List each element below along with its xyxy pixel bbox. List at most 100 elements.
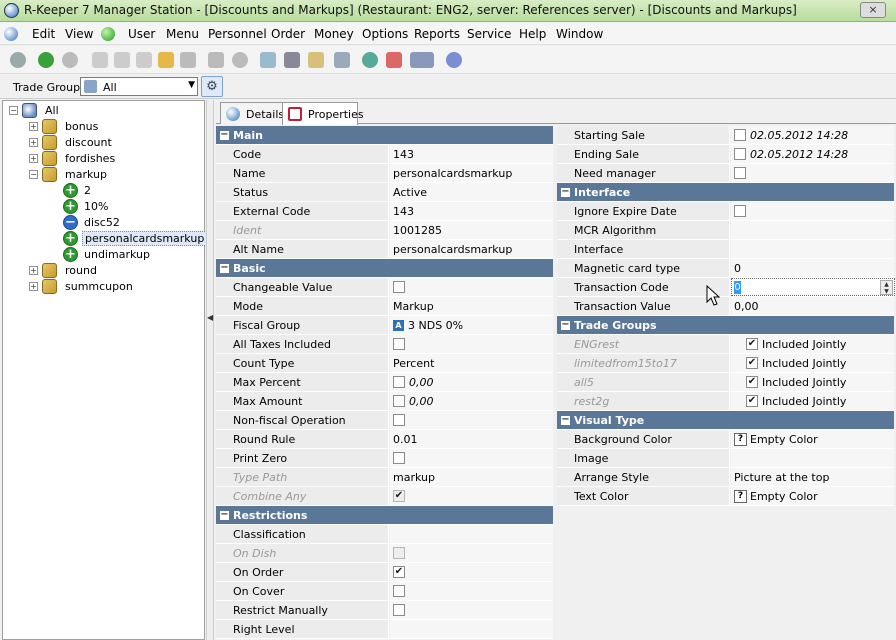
user-status-icon[interactable] [101, 27, 115, 41]
flag-icon[interactable] [386, 52, 402, 68]
property-value[interactable] [390, 449, 553, 467]
tab-details[interactable]: Details [220, 102, 284, 124]
find-icon[interactable] [334, 52, 350, 68]
tree-node-root[interactable]: − All [9, 103, 99, 119]
property-row[interactable]: Need manager [557, 164, 894, 183]
property-value[interactable] [390, 487, 553, 505]
property-row[interactable]: All Taxes Included [216, 335, 553, 354]
property-value[interactable]: A 3 NDS 0% [390, 316, 553, 334]
menu-edit[interactable]: Edit [32, 27, 55, 41]
property-row[interactable]: Fiscal Group A 3 NDS 0% [216, 316, 553, 335]
property-value[interactable]: Active [390, 183, 553, 201]
property-row[interactable]: Transaction Value 0,00 [557, 297, 894, 316]
property-row[interactable]: Max Amount 0,00 [216, 392, 553, 411]
link-icon[interactable] [136, 52, 152, 68]
section-basic[interactable]: − Basic [216, 259, 553, 278]
property-value[interactable]: personalcardsmarkup [390, 240, 553, 258]
menu-reports[interactable]: Reports [414, 27, 460, 41]
property-value[interactable]: ? Empty Color [731, 430, 894, 448]
property-row[interactable]: Ending Sale 02.05.2012 14:28 [557, 145, 894, 164]
collapse-arrow-icon[interactable]: ◀ [207, 313, 213, 322]
tree-node-folder[interactable]: − markup [29, 167, 149, 183]
collapse-icon[interactable]: − [29, 170, 38, 179]
transaction-code-editor[interactable]: 0 ▲ ▼ [731, 278, 895, 296]
property-row[interactable]: all5 Included Jointly [557, 373, 894, 392]
property-value[interactable]: 0.01 [390, 430, 553, 448]
tree-node-item[interactable]: + 2 [63, 183, 183, 199]
cut-icon[interactable] [284, 52, 300, 68]
tree-node-folder[interactable]: + summcupon [29, 279, 149, 295]
property-value[interactable] [731, 240, 894, 258]
collapse-icon[interactable]: − [9, 106, 18, 115]
ending-sale-checkbox[interactable] [734, 148, 746, 160]
trade-group-checkbox[interactable] [746, 395, 758, 407]
property-row[interactable]: Magnetic card type 0 [557, 259, 894, 278]
property-row[interactable]: Ignore Expire Date [557, 202, 894, 221]
collapse-icon[interactable]: − [561, 415, 570, 425]
folder-icon[interactable] [158, 52, 174, 68]
property-value[interactable]: Markup [390, 297, 553, 315]
collapse-icon[interactable]: − [561, 320, 570, 330]
property-value[interactable]: 0,00 [390, 373, 553, 391]
property-value[interactable]: 02.05.2012 14:28 [731, 145, 894, 163]
transaction-code-input[interactable]: 0 ▲ ▼ [731, 278, 895, 296]
property-row[interactable]: Code 143 [216, 145, 553, 164]
tree-node-folder[interactable]: + round [29, 263, 149, 279]
property-value[interactable]: 02.05.2012 14:28 [731, 126, 894, 144]
property-value[interactable]: 143 [390, 145, 553, 163]
max-amount-checkbox[interactable] [393, 395, 405, 407]
property-value[interactable] [390, 563, 553, 581]
property-value[interactable] [390, 411, 553, 429]
property-row[interactable]: Status Active [216, 183, 553, 202]
menu-help[interactable]: Help [519, 27, 546, 41]
expand-icon[interactable]: + [29, 154, 38, 163]
property-value[interactable] [390, 278, 553, 296]
property-row[interactable]: Round Rule 0.01 [216, 430, 553, 449]
property-row[interactable]: External Code 143 [216, 202, 553, 221]
property-value[interactable]: personalcardsmarkup [390, 164, 553, 182]
property-row[interactable]: Type Path markup [216, 468, 553, 487]
app-menu-icon[interactable] [4, 27, 18, 41]
property-row[interactable]: Classification [216, 525, 553, 544]
trade-group-checkbox[interactable] [746, 338, 758, 350]
property-row[interactable]: Non-fiscal Operation [216, 411, 553, 430]
tree-node-item[interactable]: + 10% [63, 199, 183, 215]
panel-splitter[interactable]: ◀ [206, 100, 214, 640]
property-row[interactable]: Arrange Style Picture at the top [557, 468, 894, 487]
save-icon[interactable] [208, 52, 224, 68]
property-row[interactable]: Background Color? Empty Color [557, 430, 894, 449]
property-value[interactable]: Included Jointly [731, 335, 894, 353]
property-row[interactable]: Ident 1001285 [216, 221, 553, 240]
property-row[interactable]: Mode Markup [216, 297, 553, 316]
property-value[interactable] [731, 164, 894, 182]
property-value[interactable]: 0,00 [731, 297, 894, 315]
expand-icon[interactable]: + [29, 266, 38, 275]
tree-node-item-selected[interactable]: + personalcardsmarkup [63, 231, 208, 247]
property-value[interactable] [731, 221, 894, 239]
tree-node-item[interactable]: − disc52 [63, 215, 183, 231]
property-value[interactable] [390, 601, 553, 619]
menu-user[interactable]: User [128, 27, 155, 41]
property-value[interactable]: Included Jointly [731, 392, 894, 410]
non-fiscal-checkbox[interactable] [393, 414, 405, 426]
property-value[interactable]: 0,00 [390, 392, 553, 410]
expand-icon[interactable]: + [29, 122, 38, 131]
property-row[interactable]: Interface [557, 240, 894, 259]
property-row[interactable]: Starting Sale 02.05.2012 14:28 [557, 126, 894, 145]
copy-icon[interactable] [260, 52, 276, 68]
tree-node-folder[interactable]: + bonus [29, 119, 149, 135]
property-value[interactable]: 143 [390, 202, 553, 220]
property-value[interactable] [390, 582, 553, 600]
property-row[interactable]: Count Type Percent [216, 354, 553, 373]
tree-node-folder[interactable]: + discount [29, 135, 149, 151]
property-value[interactable]: 1001285 [390, 221, 553, 239]
refresh-icon[interactable] [10, 52, 26, 68]
property-row[interactable]: limitedfrom15to17 Included Jointly [557, 354, 894, 373]
chevron-down-icon[interactable]: ▼ [188, 80, 195, 90]
property-value[interactable]: Included Jointly [731, 373, 894, 391]
view-options-icon[interactable] [410, 52, 434, 68]
settings-gear-icon[interactable] [446, 52, 462, 68]
collapse-icon[interactable]: − [220, 263, 229, 273]
tree-node-item[interactable]: + undimarkup [63, 247, 183, 263]
property-value[interactable] [390, 525, 553, 543]
